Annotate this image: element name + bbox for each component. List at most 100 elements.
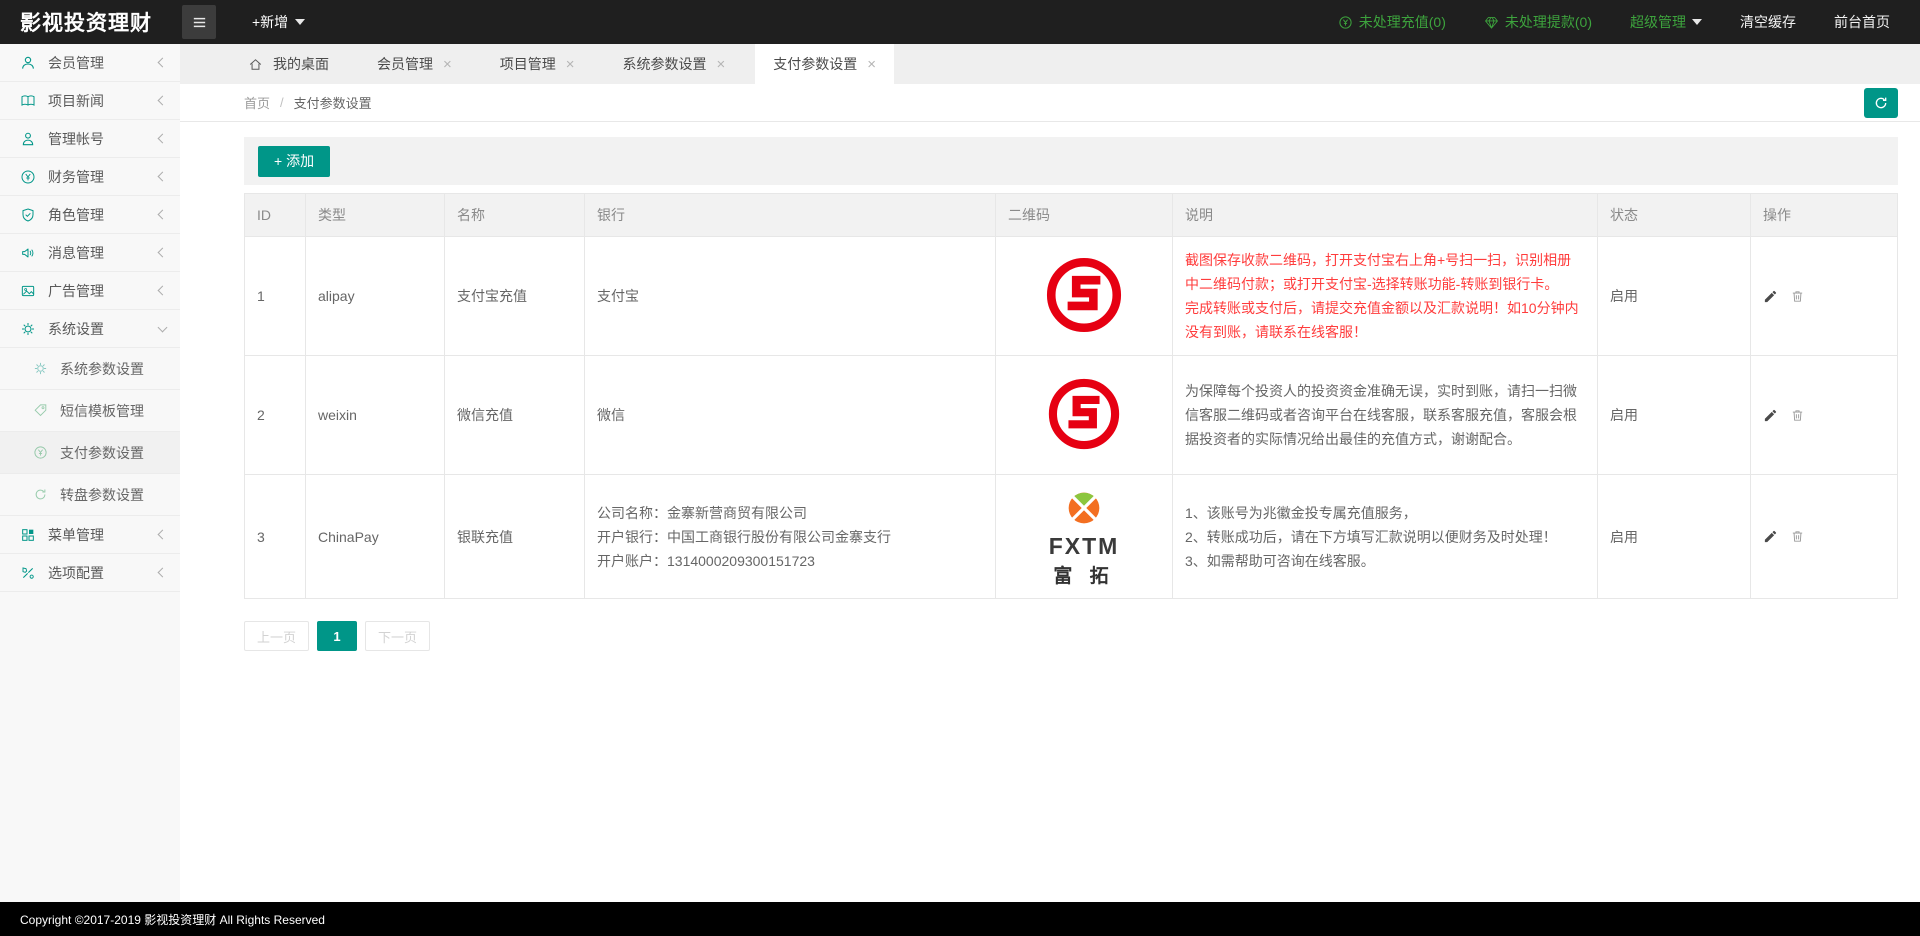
tab-close-icon[interactable]: × [867,57,876,72]
tab-close-icon[interactable]: × [717,57,726,72]
tab-close-icon[interactable]: × [566,57,575,72]
description-line: 3、如需帮助可咨询在线客服。 [1185,549,1585,573]
cell-name: 银联充值 [445,475,585,599]
edit-button[interactable] [1763,289,1778,304]
pagination-next-button[interactable]: 下一页 [365,621,430,651]
chevron-left-icon [158,172,168,182]
admin-menu-dropdown[interactable]: 超级管理 [1630,12,1702,32]
account-icon [20,131,36,147]
tab-bar: 我的桌面 会员管理 × 项目管理 × 系统参数设置 × 支付参数设置 × [180,44,1920,84]
user-icon [20,55,36,71]
coin-yen-icon [33,445,48,460]
delete-button[interactable] [1790,408,1805,423]
delete-button[interactable] [1790,289,1805,304]
cell-name: 微信充值 [445,356,585,475]
fxtm-logo-subtext: 富 拓 [1053,561,1114,588]
pending-withdraw-label: 未处理提款(0) [1505,12,1592,32]
header-description: 说明 [1173,194,1598,237]
cell-status: 启用 [1598,356,1751,475]
gear-icon [20,321,36,337]
clear-cache-button[interactable]: 清空缓存 [1740,12,1796,32]
tab-label: 我的桌面 [273,54,329,74]
bank-line: 开户银行：中国工商银行股份有限公司金寨支行 [597,525,983,549]
cell-actions [1751,356,1898,475]
sidebar-item-accounts[interactable]: 管理帐号 [0,120,180,158]
front-home-label: 前台首页 [1834,12,1890,32]
breadcrumb-home-link[interactable]: 首页 [244,93,270,112]
chevron-left-icon [158,210,168,220]
add-new-dropdown[interactable]: +新增 [252,12,305,32]
cell-qrcode: FXTM 富 拓 [996,475,1173,599]
pagination-page-1[interactable]: 1 [317,621,357,651]
coin-yen-icon [20,169,36,185]
front-home-link[interactable]: 前台首页 [1834,12,1890,32]
sidebar-item-messages[interactable]: 消息管理 [0,234,180,272]
tab-desktop[interactable]: 我的桌面 [230,44,347,84]
pending-recharge-link[interactable]: 未处理充值(0) [1338,12,1446,32]
caret-down-icon [1692,19,1702,25]
sidebar-subitem-wheel[interactable]: 转盘参数设置 [0,474,180,516]
sidebar-item-label: 系统设置 [48,319,104,339]
home-icon [248,57,263,72]
gem-icon [1484,15,1499,30]
sidebar-subitem-payparams[interactable]: 支付参数设置 [0,432,180,474]
sidebar-subitem-label: 短信模板管理 [60,401,144,421]
sidebar-item-system[interactable]: 系统设置 [0,310,180,348]
cell-id: 2 [245,356,306,475]
sidebar-item-options[interactable]: 选项配置 [0,554,180,592]
tab-member[interactable]: 会员管理 × [359,44,470,84]
cell-description: 截图保存收款二维码，打开支付宝右上角+号扫一扫，识别相册中二维码付款；或打开支付… [1173,237,1598,356]
delete-button[interactable] [1790,529,1805,544]
chevron-left-icon [158,248,168,258]
toolbar: + 添加 [244,137,1898,185]
refresh-circle-icon [33,487,48,502]
cell-description: 1、该账号为兆徽金投专属充值服务， 2、转账成功后，请在下方填写汇款说明以便财务… [1173,475,1598,599]
sidebar-item-ads[interactable]: 广告管理 [0,272,180,310]
add-button[interactable]: + 添加 [258,146,330,177]
s-circle-logo [1045,256,1123,334]
tab-payparams[interactable]: 支付参数设置 × [755,44,894,84]
tab-label: 系统参数设置 [623,54,707,74]
cell-type: alipay [306,237,445,356]
sidebar-subitem-label: 系统参数设置 [60,359,144,379]
cell-id: 3 [245,475,306,599]
sidebar-item-news[interactable]: 项目新闻 [0,82,180,120]
sidebar-item-member[interactable]: 会员管理 [0,44,180,82]
refresh-button[interactable] [1864,88,1898,118]
clear-cache-label: 清空缓存 [1740,12,1796,32]
add-new-label: +新增 [252,12,288,32]
edit-button[interactable] [1763,408,1778,423]
refresh-icon [1873,95,1889,111]
tab-close-icon[interactable]: × [443,57,452,72]
sidebar-item-finance[interactable]: 财务管理 [0,158,180,196]
bank-line: 公司名称：金寨新营商贸有限公司 [597,501,983,525]
sidebar-subitem-sms[interactable]: 短信模板管理 [0,390,180,432]
pending-withdraw-link[interactable]: 未处理提款(0) [1484,12,1592,32]
fxtm-logo-text: FXTM [1049,533,1120,560]
tab-sysparams[interactable]: 系统参数设置 × [605,44,744,84]
cell-type: weixin [306,356,445,475]
sidebar-subitem-sysparams[interactable]: 系统参数设置 [0,348,180,390]
app-title: 影视投资理财 [0,7,180,37]
table-header-row: ID 类型 名称 银行 二维码 说明 状态 操作 [245,194,1898,237]
chevron-left-icon [158,530,168,540]
sidebar-item-roles[interactable]: 角色管理 [0,196,180,234]
tab-project[interactable]: 项目管理 × [482,44,593,84]
header-id: ID [245,194,306,237]
footer: Copyright ©2017-2019 影视投资理财 All Rights R… [0,902,1920,936]
edit-button[interactable] [1763,529,1778,544]
tab-label: 会员管理 [377,54,433,74]
admin-menu-label: 超级管理 [1630,12,1686,32]
header-status: 状态 [1598,194,1751,237]
hamburger-icon [191,14,208,31]
pagination-prev-button[interactable]: 上一页 [244,621,309,651]
description-line: 完成转账或支付后，请提交充值金额以及汇款说明！如10分钟内没有到账，请联系在线客… [1185,296,1585,344]
sidebar-toggle-button[interactable] [182,5,216,39]
coin-yen-icon [1338,15,1353,30]
page-body: + 添加 ID 类型 名称 银行 二维码 说明 状态 操作 [180,122,1920,902]
header-type: 类型 [306,194,445,237]
sidebar-item-label: 项目新闻 [48,91,104,111]
sidebar-item-menus[interactable]: 菜单管理 [0,516,180,554]
table-row: 1 alipay 支付宝充值 支付宝 截图保存收款二维码，打开支付宝右上角+号扫… [245,237,1898,356]
chevron-left-icon [158,134,168,144]
